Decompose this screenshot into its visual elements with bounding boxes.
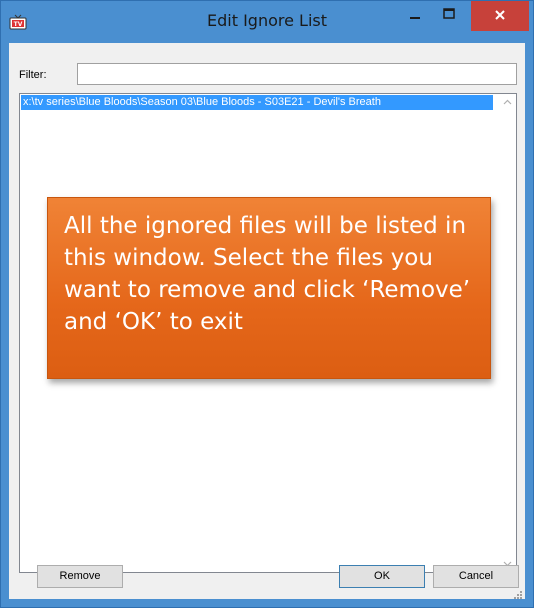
minimize-button[interactable] xyxy=(398,1,432,31)
close-button[interactable] xyxy=(471,1,529,31)
list-item[interactable]: x:\tv series\Blue Bloods\Season 03\Blue … xyxy=(21,95,493,110)
close-icon xyxy=(471,10,529,35)
vertical-scrollbar[interactable] xyxy=(499,94,516,572)
filter-input[interactable] xyxy=(77,63,517,85)
maximize-icon xyxy=(432,8,466,35)
edit-ignore-list-window: TV Edit Ignore List Filter: x:\tv series… xyxy=(0,0,534,608)
dialog-body: Filter: x:\tv series\Blue Bloods\Season … xyxy=(9,43,525,599)
title-bar[interactable]: TV Edit Ignore List xyxy=(1,1,533,43)
maximize-button[interactable] xyxy=(432,1,466,31)
cancel-button[interactable]: Cancel xyxy=(433,565,519,588)
remove-button[interactable]: Remove xyxy=(37,565,123,588)
chevron-up-icon[interactable] xyxy=(499,94,516,111)
resize-grip-icon[interactable] xyxy=(513,587,523,599)
instruction-callout: All the ignored files will be listed in … xyxy=(47,197,491,379)
filter-label: Filter: xyxy=(19,69,47,81)
minimize-icon xyxy=(398,17,432,35)
ok-button[interactable]: OK xyxy=(339,565,425,588)
